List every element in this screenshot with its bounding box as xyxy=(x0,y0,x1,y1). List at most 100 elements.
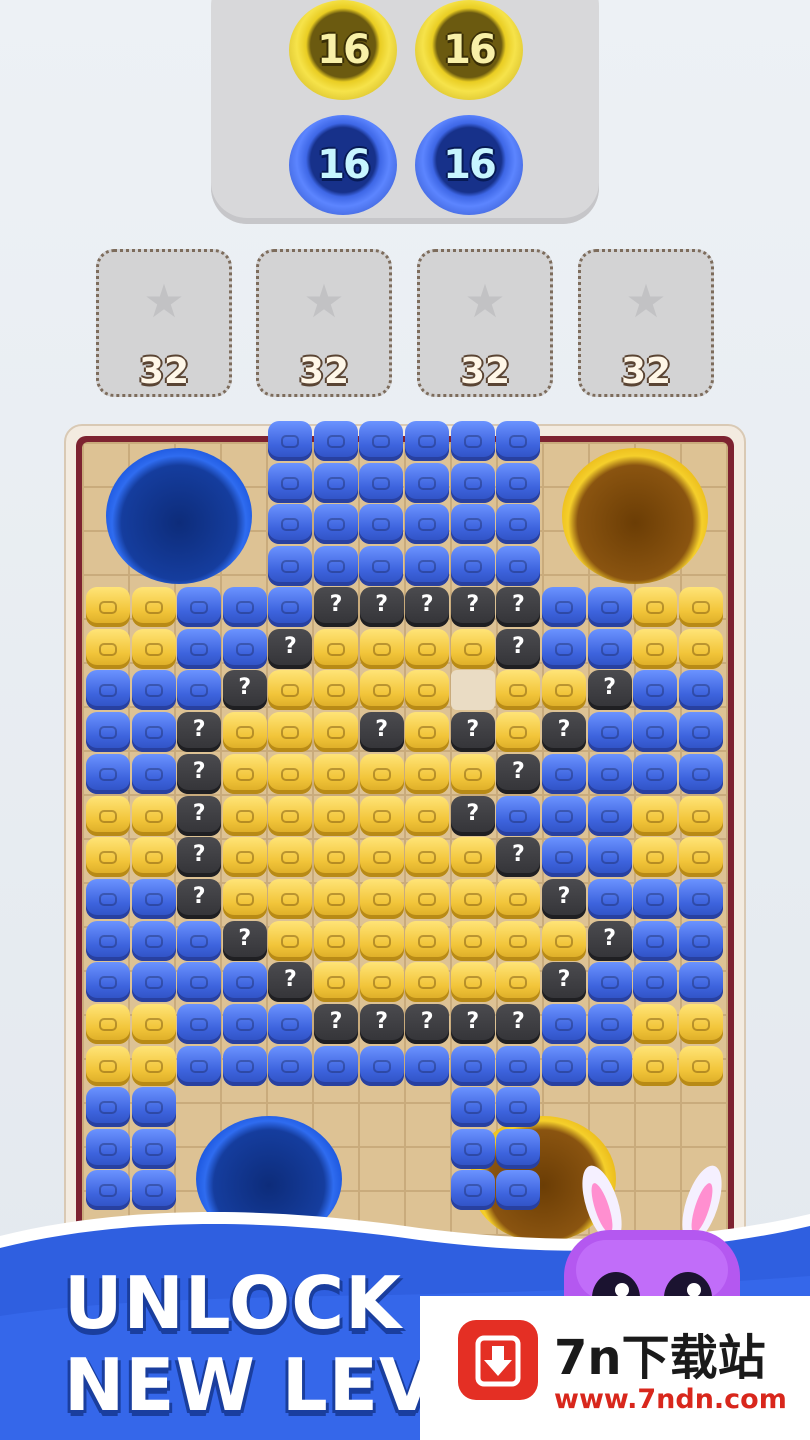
blue-block[interactable] xyxy=(177,670,222,711)
blue-block[interactable] xyxy=(587,878,632,919)
mystery-block[interactable]: ? xyxy=(222,920,267,961)
blue-block[interactable] xyxy=(268,462,313,503)
mystery-block[interactable]: ? xyxy=(496,587,541,627)
yellow-block[interactable] xyxy=(678,837,723,878)
blue-block[interactable] xyxy=(587,795,632,836)
blue-block[interactable] xyxy=(86,712,130,753)
blue-block[interactable] xyxy=(86,1087,130,1127)
yellow-block[interactable] xyxy=(359,878,404,919)
blue-block[interactable] xyxy=(678,920,723,961)
mystery-block[interactable]: ? xyxy=(268,628,313,669)
blue-block[interactable] xyxy=(177,1004,222,1044)
blue-block[interactable] xyxy=(313,504,358,545)
yellow-block[interactable] xyxy=(405,920,450,961)
yellow-block[interactable] xyxy=(86,837,130,878)
blue-block[interactable] xyxy=(678,753,723,794)
yellow-block[interactable] xyxy=(314,962,358,1003)
yellow-block[interactable] xyxy=(314,920,358,961)
yellow-block[interactable] xyxy=(359,670,404,711)
yellow-block[interactable] xyxy=(314,795,358,836)
yellow-block[interactable] xyxy=(86,795,130,836)
blue-block[interactable] xyxy=(678,878,723,919)
blue-block[interactable] xyxy=(222,587,267,627)
yellow-block[interactable] xyxy=(405,628,450,669)
blue-block[interactable] xyxy=(177,962,222,1003)
yellow-block[interactable] xyxy=(314,670,358,711)
yellow-block[interactable] xyxy=(131,628,176,669)
blue-block[interactable] xyxy=(633,920,678,961)
yellow-block[interactable] xyxy=(131,1045,176,1086)
blue-block[interactable] xyxy=(450,1045,495,1086)
yellow-block[interactable] xyxy=(633,587,678,627)
blue-block[interactable] xyxy=(678,712,723,753)
yellow-block[interactable] xyxy=(268,753,313,794)
blue-block[interactable] xyxy=(131,670,176,711)
yellow-block[interactable] xyxy=(359,795,404,836)
blue-block[interactable] xyxy=(86,670,130,711)
mystery-block[interactable]: ? xyxy=(450,795,495,836)
yellow-block[interactable] xyxy=(314,628,358,669)
yellow-block[interactable] xyxy=(314,878,358,919)
yellow-block[interactable] xyxy=(405,795,450,836)
blue-block[interactable] xyxy=(268,1004,313,1044)
blue-block[interactable] xyxy=(359,421,404,461)
yellow-block[interactable] xyxy=(268,712,313,753)
yellow-block[interactable] xyxy=(450,837,495,878)
yellow-block[interactable] xyxy=(314,837,358,878)
blue-block[interactable] xyxy=(496,546,541,587)
blue-block[interactable] xyxy=(268,421,313,461)
mystery-block[interactable]: ? xyxy=(587,920,632,961)
yellow-block[interactable] xyxy=(86,1045,130,1086)
mystery-block[interactable]: ? xyxy=(268,962,313,1003)
yellow-block[interactable] xyxy=(678,795,723,836)
blue-block[interactable] xyxy=(450,462,495,503)
blue-block[interactable] xyxy=(633,712,678,753)
blue-block[interactable] xyxy=(177,920,222,961)
yellow-block[interactable] xyxy=(496,712,541,753)
blue-block[interactable] xyxy=(496,1128,541,1169)
blue-block[interactable] xyxy=(86,920,130,961)
blue-block[interactable] xyxy=(359,546,404,587)
yellow-block[interactable] xyxy=(633,837,678,878)
blue-block[interactable] xyxy=(131,962,176,1003)
yellow-block[interactable] xyxy=(678,1045,723,1086)
blue-block[interactable] xyxy=(587,712,632,753)
mystery-block[interactable]: ? xyxy=(314,1004,358,1044)
yellow-block[interactable] xyxy=(405,670,450,711)
yellow-block[interactable] xyxy=(268,920,313,961)
blue-block[interactable] xyxy=(313,462,358,503)
yellow-block[interactable] xyxy=(405,712,450,753)
mystery-block[interactable]: ? xyxy=(450,1004,495,1044)
yellow-block[interactable] xyxy=(222,712,267,753)
blue-block[interactable] xyxy=(222,962,267,1003)
yellow-block[interactable] xyxy=(131,587,176,627)
yellow-block[interactable] xyxy=(131,795,176,836)
yellow-block[interactable] xyxy=(268,878,313,919)
locked-slot[interactable]: ★ 32 xyxy=(578,249,714,397)
blue-block[interactable] xyxy=(587,1045,632,1086)
blue-block[interactable] xyxy=(542,837,586,878)
blue-block[interactable] xyxy=(450,1128,495,1169)
blue-block[interactable] xyxy=(450,546,495,587)
yellow-block[interactable] xyxy=(86,628,130,669)
blue-block[interactable] xyxy=(633,753,678,794)
yellow-hole[interactable] xyxy=(562,448,708,584)
mystery-block[interactable]: ? xyxy=(177,753,222,794)
blue-block[interactable] xyxy=(131,1128,176,1169)
blue-block[interactable] xyxy=(313,546,358,587)
yellow-block[interactable] xyxy=(450,628,495,669)
blue-block[interactable] xyxy=(86,753,130,794)
mystery-block[interactable]: ? xyxy=(359,1004,404,1044)
yellow-block[interactable] xyxy=(131,1004,176,1044)
yellow-block[interactable] xyxy=(359,628,404,669)
mystery-block[interactable]: ? xyxy=(177,712,222,753)
yellow-block[interactable] xyxy=(633,795,678,836)
yellow-block[interactable] xyxy=(405,962,450,1003)
mystery-block[interactable]: ? xyxy=(450,587,495,627)
yellow-block[interactable] xyxy=(314,753,358,794)
mystery-block[interactable]: ? xyxy=(314,587,358,627)
blue-block[interactable] xyxy=(450,1087,495,1127)
yellow-block[interactable] xyxy=(222,795,267,836)
yellow-block[interactable] xyxy=(359,920,404,961)
mystery-block[interactable]: ? xyxy=(496,1004,541,1044)
